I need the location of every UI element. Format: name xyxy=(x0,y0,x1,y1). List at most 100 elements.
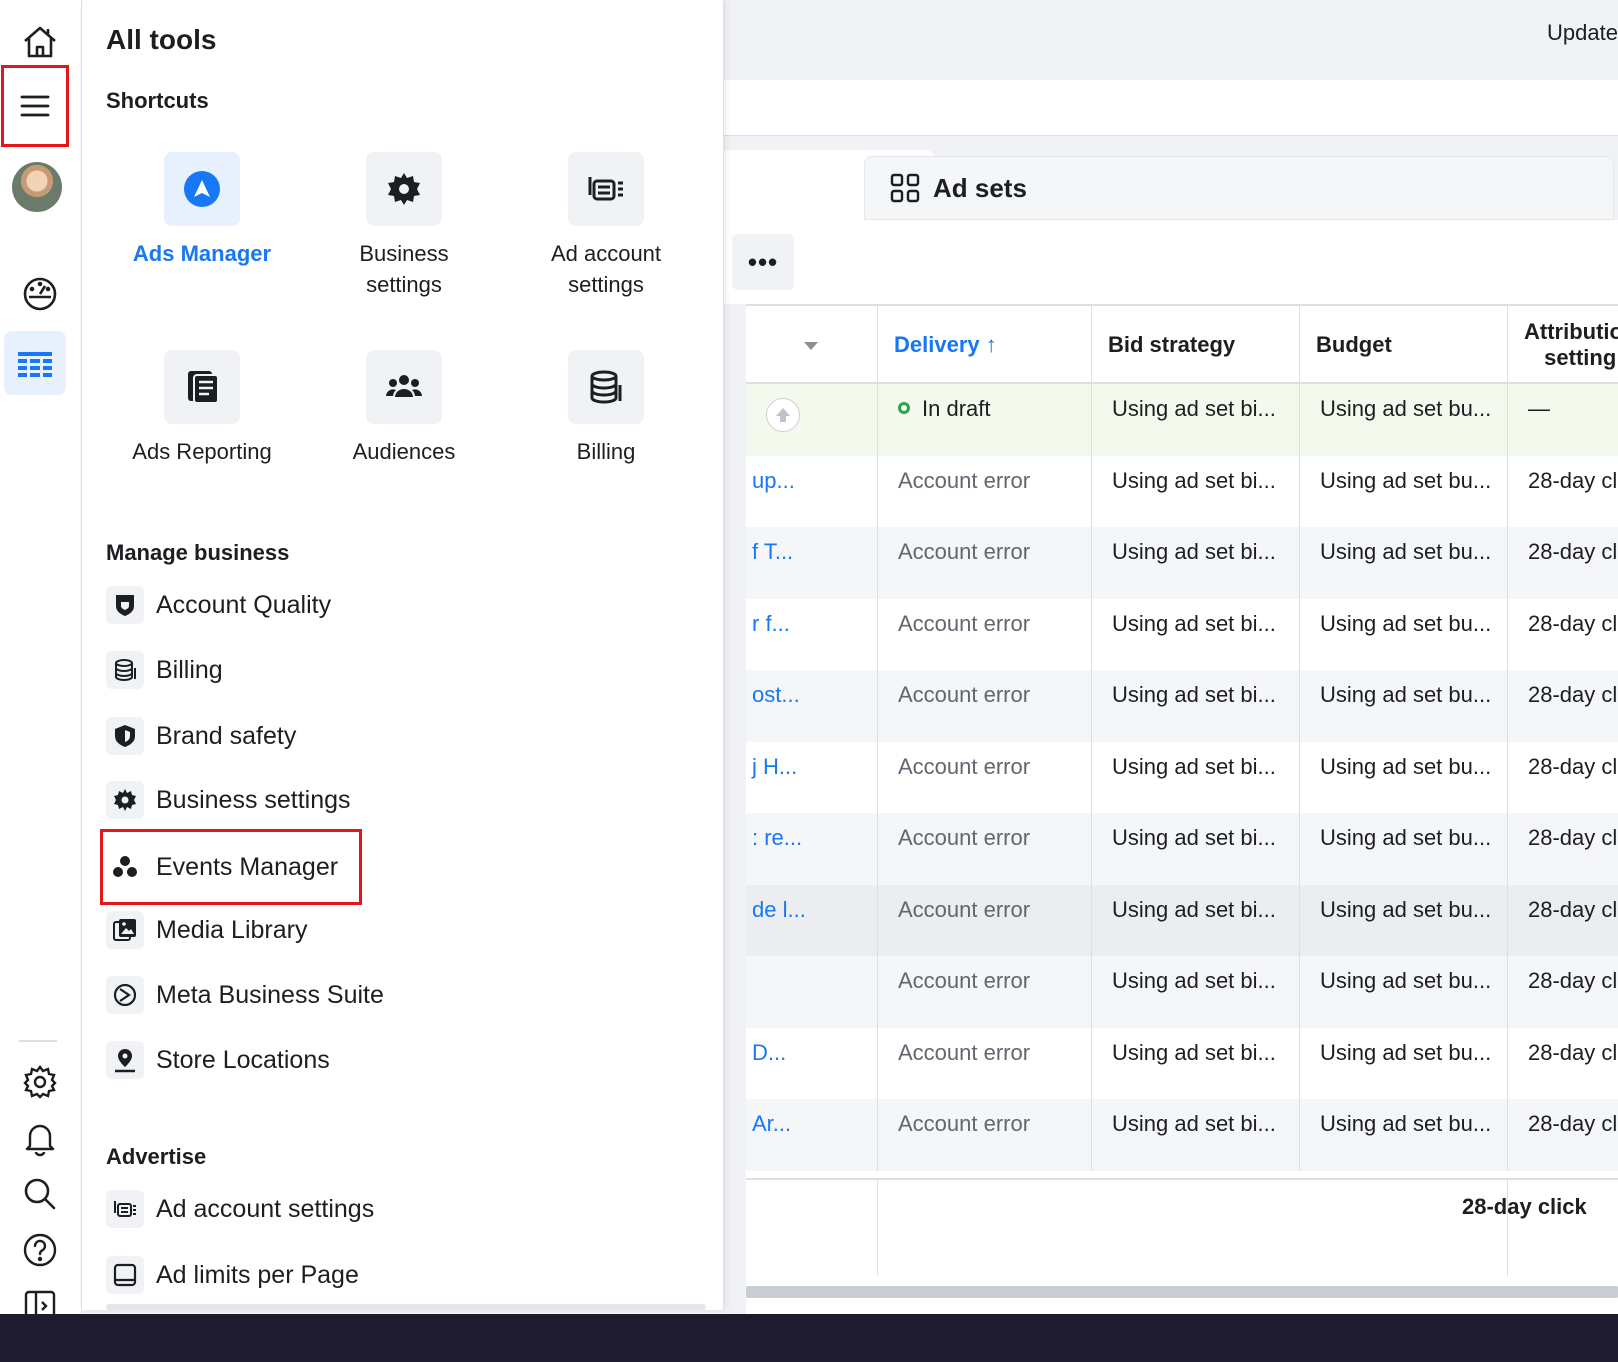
cell-bid-strategy: Using ad set bi... xyxy=(1092,741,1300,814)
page-limits-icon xyxy=(113,1263,137,1287)
cell-budget: Using ad set bu... xyxy=(1300,384,1508,456)
table-row[interactable]: r f... Account error Using ad set bi... Usi… xyxy=(746,598,1618,671)
shortcut-icon-box xyxy=(164,152,240,226)
cell-budget: Using ad set bu... xyxy=(1300,884,1508,957)
shortcut-audiences[interactable]: Audiences xyxy=(304,350,504,467)
column-header-attribution[interactable]: Attribution setting xyxy=(1508,306,1618,384)
table-header: Delivery ↑ Bid strategy Budget Attributi… xyxy=(746,306,1618,384)
menu-item-ad-account-settings[interactable]: Ad account settings xyxy=(106,1182,374,1236)
menu-item-brand-safety[interactable]: Brand safety xyxy=(106,709,296,763)
shortcut-icon-box xyxy=(366,152,442,226)
cell-ad-set-name[interactable]: D... xyxy=(746,1027,878,1100)
table-row[interactable]: In draft Using ad set bi... Using ad set b… xyxy=(746,384,1618,456)
table-row[interactable]: ost... Account error Using ad set bi... Usi… xyxy=(746,670,1618,742)
menu-item-ad-limits-per-page[interactable]: Ad limits per Page xyxy=(106,1248,359,1302)
table-row[interactable]: j H... Account error Using ad set bi... Usi… xyxy=(746,741,1618,814)
location-icon xyxy=(115,1049,135,1073)
horizontal-scrollbar[interactable] xyxy=(746,1286,1618,1298)
cell-ad-set-name[interactable]: Ar... xyxy=(746,1099,878,1171)
menu-item-media-library[interactable]: Media Library xyxy=(106,903,307,957)
all-tools-menu-button[interactable] xyxy=(1,65,69,147)
settings-button[interactable] xyxy=(8,1050,72,1114)
menu-item-meta-business-suite[interactable]: Meta Business Suite xyxy=(106,968,384,1022)
cell-budget: Using ad set bu... xyxy=(1300,1027,1508,1100)
column-header-bid-strategy[interactable]: Bid strategy xyxy=(1092,306,1300,384)
cell-text: Using ad set bu... xyxy=(1320,610,1492,636)
table-row[interactable]: Ar... Account error Using ad set bi... Usin… xyxy=(746,1099,1618,1171)
shortcut-ads-manager[interactable]: Ads Manager xyxy=(102,152,302,269)
help-button[interactable] xyxy=(8,1218,72,1282)
cell-text: Using ad set bi... xyxy=(1112,610,1276,636)
table-row[interactable]: D... Account error Using ad set bi... Using… xyxy=(746,1027,1618,1100)
item-icon-box xyxy=(106,1190,144,1228)
item-icon-box xyxy=(106,1256,144,1294)
table-row[interactable]: Account error Using ad set bi... Using ad … xyxy=(746,956,1618,1028)
cell-bid-strategy: Using ad set bi... xyxy=(1092,956,1300,1028)
tab-ad-sets[interactable]: Ad sets xyxy=(864,156,1614,220)
cell-text: 28-day click xyxy=(1528,539,1618,564)
cell-text: Using ad set bi... xyxy=(1112,825,1276,850)
budget-header-label: Budget xyxy=(1316,332,1392,357)
rail-divider xyxy=(19,1040,57,1042)
shortcut-business-settings[interactable]: Business settings xyxy=(304,152,504,300)
cell-text: Account error xyxy=(898,610,1031,636)
account-overview-button[interactable] xyxy=(8,262,72,326)
avatar[interactable] xyxy=(12,162,62,212)
cell-attribution: 28-day click xyxy=(1508,813,1618,885)
home-button[interactable] xyxy=(8,10,72,74)
cell-ad-set-name[interactable]: ost... xyxy=(746,670,878,742)
publish-arrow-icon[interactable] xyxy=(766,398,800,432)
cell-bid-strategy: Using ad set bi... xyxy=(1092,527,1300,599)
gear-icon xyxy=(23,1065,57,1099)
column-header-delivery[interactable]: Delivery ↑ xyxy=(878,306,1092,384)
billing-icon xyxy=(115,659,136,682)
sort-caret-icon[interactable] xyxy=(804,342,818,350)
cell-ad-set-name[interactable]: : re... xyxy=(746,813,878,885)
cell-bid-strategy: Using ad set bi... xyxy=(1092,384,1300,456)
search-button[interactable] xyxy=(8,1162,72,1226)
menu-item-store-locations[interactable]: Store Locations xyxy=(106,1033,330,1087)
cell-text: 28-day click xyxy=(1528,896,1618,922)
footer-cell xyxy=(746,1180,878,1276)
table-row[interactable]: f T... Account error Using ad set bi... Usi… xyxy=(746,527,1618,599)
menu-item-account-quality[interactable]: Account Quality xyxy=(106,578,331,632)
item-icon-box xyxy=(106,586,144,624)
column-header-name[interactable] xyxy=(746,306,878,384)
cell-bid-strategy: Using ad set bi... xyxy=(1092,1027,1300,1100)
shortcut-label: Business settings xyxy=(359,241,449,297)
campaigns-button[interactable] xyxy=(4,331,66,395)
tab-ad-sets-label: Ad sets xyxy=(933,172,1027,203)
shortcut-billing[interactable]: Billing xyxy=(506,350,706,467)
menu-item-label: Events Manager xyxy=(156,852,339,881)
cell-ad-set-name[interactable]: de l... xyxy=(746,884,878,957)
table-row[interactable]: de l... Account error Using ad set bi... Us… xyxy=(746,884,1618,957)
table-row[interactable]: up... Account error Using ad set bi... Usin… xyxy=(746,455,1618,528)
cell-text: Using ad set bi... xyxy=(1112,396,1276,421)
shortcut-ad-account-settings[interactable]: Ad account settings xyxy=(506,152,706,300)
shortcut-ads-reporting[interactable]: Ads Reporting xyxy=(102,350,302,467)
notifications-button[interactable] xyxy=(8,1106,72,1170)
cell-ad-set-name[interactable] xyxy=(746,956,878,1028)
cell-ad-set-name[interactable]: j H... xyxy=(746,741,878,814)
column-header-budget[interactable]: Budget xyxy=(1300,306,1508,384)
cell-text: Account error xyxy=(898,1039,1031,1065)
cell-ad-set-name[interactable]: r f... xyxy=(746,598,878,671)
shortcut-label: Ad account settings xyxy=(550,241,662,297)
menu-item-label: Brand safety xyxy=(156,721,297,750)
more-options-button[interactable]: ••• xyxy=(732,234,794,290)
cell-attribution: 28-day click xyxy=(1508,670,1618,742)
ad-sets-table: Delivery ↑ Bid strategy Budget Attributi… xyxy=(746,304,1618,1328)
cell-text: D... xyxy=(752,1039,787,1065)
cell-text: 28-day click xyxy=(1528,753,1618,779)
menu-item-business-settings[interactable]: Business settings xyxy=(106,773,351,827)
cell-text: Using ad set bi... xyxy=(1112,539,1276,564)
menu-item-billing[interactable]: Billing xyxy=(106,643,223,697)
table-row[interactable]: : re... Account error Using ad set bi... Us… xyxy=(746,813,1618,885)
update-button[interactable]: Update xyxy=(1547,20,1618,46)
cell-text: Using ad set bu... xyxy=(1320,467,1492,493)
cell-ad-set-name[interactable]: up... xyxy=(746,455,878,528)
cell-text: 28-day click xyxy=(1528,825,1618,850)
menu-item-events-manager[interactable]: Events Manager xyxy=(100,829,362,905)
cell-ad-set-name[interactable] xyxy=(746,384,878,456)
cell-ad-set-name[interactable]: f T... xyxy=(746,527,878,599)
